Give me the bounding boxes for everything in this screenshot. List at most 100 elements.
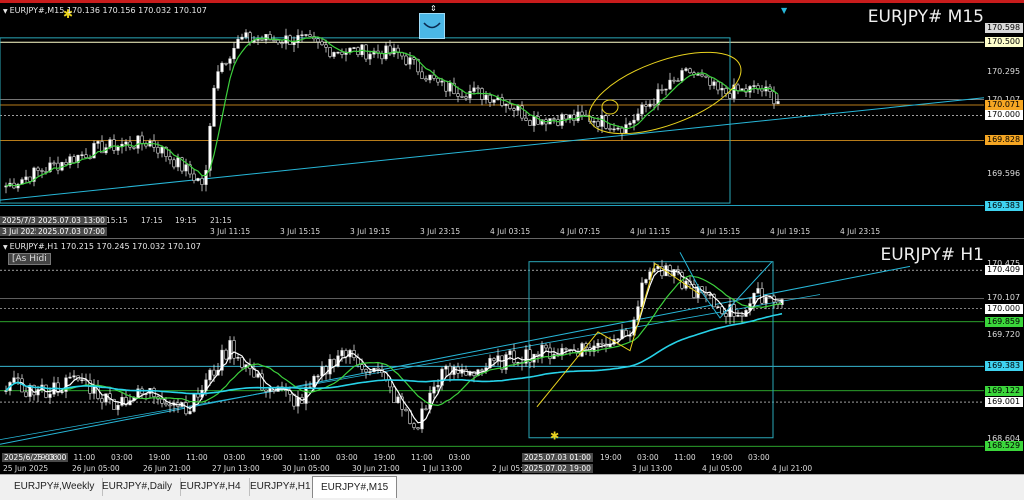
- candle-body: [396, 396, 400, 404]
- candle-body: [772, 91, 776, 105]
- m15-time-axis[interactable]: 21:1523:1501:1503:1505:1507:1509:1511:15…: [0, 214, 984, 236]
- chart-tab-eurjpy-weekly[interactable]: EURJPY#,Weekly: [6, 478, 104, 496]
- time-label: 4 Jul 07:15: [560, 227, 601, 236]
- candle-body: [664, 88, 668, 91]
- price-label: 169.720: [987, 329, 1021, 339]
- chart-tab-eurjpy-h4[interactable]: EURJPY#,H4: [172, 478, 250, 496]
- candle-body: [176, 157, 180, 168]
- time-label: 03:00: [336, 453, 358, 462]
- candle-body: [232, 340, 236, 359]
- m15-chart-canvas[interactable]: ✱ ▼⇕: [0, 3, 1024, 236]
- chart-window-h1[interactable]: ✱ ▼ EURJPY#,H1 170.215 170.245 170.032 17…: [0, 238, 1024, 473]
- candle-body: [320, 366, 324, 377]
- candle-body: [164, 403, 168, 406]
- time-label: 19:00: [36, 453, 58, 462]
- time-label: 4 Jul 11:15: [630, 227, 671, 236]
- candle-body: [364, 369, 368, 373]
- candle-body: [492, 358, 496, 361]
- candle-body: [732, 304, 736, 317]
- candle-body: [256, 373, 260, 378]
- candle-body: [708, 76, 712, 86]
- candle-body: [352, 47, 356, 49]
- candle-body: [296, 397, 300, 407]
- m15-price-axis[interactable]: 170.598170.500170.295170.107170.071170.0…: [984, 3, 1024, 236]
- chart-tab-eurjpy-h1[interactable]: EURJPY#,H1: [242, 478, 320, 496]
- candle-body: [404, 55, 408, 65]
- candle-body: [220, 62, 224, 72]
- candle-body: [716, 306, 720, 309]
- time-label: 3 Jul 19:15: [350, 227, 391, 236]
- chart-tab-eurjpy-daily[interactable]: EURJPY#,Daily: [94, 478, 182, 496]
- smile-widget-icon[interactable]: [419, 13, 445, 39]
- candle-body: [80, 154, 84, 157]
- chart-tab-eurjpy-m15[interactable]: EURJPY#,M15: [312, 476, 398, 498]
- candle-body: [640, 282, 644, 308]
- h1-chart-canvas[interactable]: ✱: [0, 239, 1024, 473]
- price-label: 170.598: [985, 22, 1023, 33]
- h1-price-axis[interactable]: 170.475 170.409 170.107 170.000 169.859 169.7…: [984, 239, 1024, 473]
- time-label: 03:00: [223, 453, 246, 462]
- candle-body: [544, 344, 548, 349]
- candle-body: [484, 94, 488, 100]
- candle-body: [324, 44, 328, 48]
- dropdown-arrow-icon[interactable]: ▼: [3, 8, 8, 15]
- price-label: 170.000: [985, 303, 1023, 314]
- candle-body: [752, 85, 756, 87]
- candle-body: [236, 357, 240, 359]
- candle-body: [304, 386, 308, 404]
- candle-body: [608, 128, 612, 130]
- candle-body: [240, 36, 244, 40]
- candle-body: [184, 164, 188, 172]
- price-label: 170.071: [985, 99, 1023, 110]
- star-marker: ✱: [550, 430, 559, 443]
- chart-window-m15[interactable]: ✱ ▼ ⇕ ▼ EURJPY#,M15 170.136 170.156 170.032…: [0, 0, 1024, 236]
- candle-body: [616, 338, 620, 341]
- candle-body: [96, 141, 100, 144]
- time-label: 1 Jul 13:00: [422, 464, 463, 473]
- time-label: 3 Jul 11:15: [210, 227, 251, 236]
- candle-body: [668, 79, 672, 90]
- indicator-label[interactable]: [As Hidi: [8, 253, 51, 265]
- candle-body: [432, 386, 436, 394]
- chart-tab-bar: EURJPY#,Weekly EURJPY#,Daily EURJPY#,H4 EUR…: [0, 474, 1024, 500]
- candle-body: [612, 128, 616, 131]
- candle-body: [444, 365, 448, 370]
- candle-body: [140, 135, 144, 144]
- candle-body: [368, 53, 372, 60]
- zigzag-line: [536, 262, 701, 408]
- m15-header-text: EURJPY#,M15 170.136 170.156 170.032 170.…: [9, 6, 207, 15]
- candle-body: [756, 288, 760, 294]
- h1-time-axis[interactable]: 2025/6/25 03:00 19:00 11:00 03:00 19:00 11:00…: [0, 451, 984, 473]
- dropdown-arrow-icon[interactable]: ▼: [3, 244, 8, 251]
- candle-body: [616, 127, 620, 130]
- triangle-marker: ▼: [781, 6, 788, 15]
- candle-body: [752, 292, 756, 304]
- candle-body: [100, 398, 104, 403]
- candle-body: [264, 34, 268, 41]
- time-label: 27 Jun 13:00: [212, 464, 260, 473]
- candle-body: [740, 314, 744, 317]
- time-label: 11:00: [186, 453, 208, 462]
- candle-body: [24, 176, 28, 180]
- candle-body: [340, 51, 344, 55]
- candle-body: [672, 79, 676, 82]
- candle-body: [676, 80, 680, 82]
- time-label: 15:15: [106, 216, 128, 225]
- time-label: 4 Jul 19:15: [770, 227, 811, 236]
- candle-body: [708, 294, 712, 296]
- candle-body: [48, 393, 52, 398]
- time-label: 4 Jul 21:00: [772, 464, 813, 473]
- candle-body: [300, 34, 304, 37]
- candle-body: [640, 104, 644, 115]
- candle-body: [524, 117, 528, 121]
- candle-body: [72, 375, 76, 378]
- candle-body: [376, 367, 380, 370]
- candle-body: [420, 408, 424, 430]
- candle-body: [728, 93, 732, 99]
- candle-body: [24, 391, 28, 397]
- candle-body: [720, 88, 724, 91]
- candle-body: [360, 364, 364, 370]
- candle-body: [64, 162, 68, 165]
- candle-body: [760, 288, 764, 304]
- candle-body: [420, 71, 424, 79]
